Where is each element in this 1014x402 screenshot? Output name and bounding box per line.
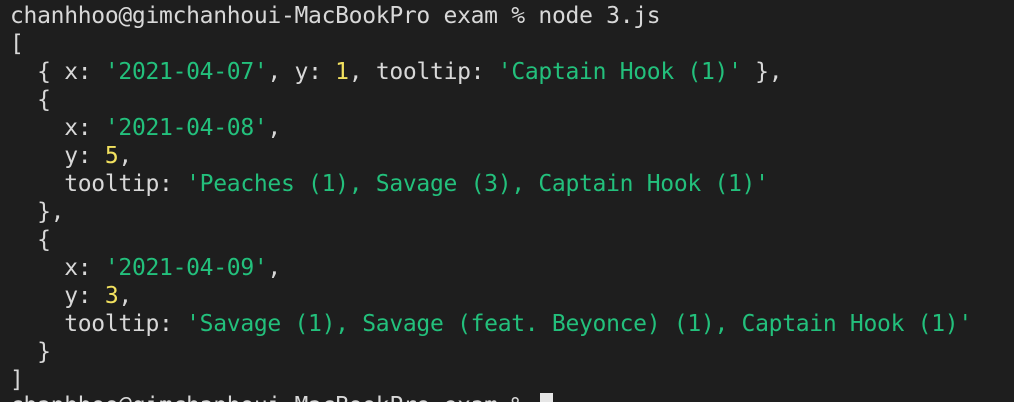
entry-1-y-line: y: 5, <box>10 143 132 169</box>
entry-2-tooltip: 'Savage (1), Savage (feat. Beyonce) (1),… <box>186 311 972 337</box>
entry-1-y: 5 <box>104 143 119 169</box>
entry-2-open: { <box>10 227 51 253</box>
prompt-host: chanhhoo@gimchanhoui-MacBookPro <box>10 3 430 29</box>
entry-1-x: '2021-04-08' <box>104 115 268 141</box>
terminal-window[interactable]: chanhhoo@gimchanhoui-MacBookPro exam % n… <box>0 0 1014 402</box>
next-prompt-symbol: % <box>511 393 525 402</box>
open-bracket: [ <box>10 30 24 58</box>
next-prompt-dir: exam <box>444 393 499 402</box>
entry-1-x-line: x: '2021-04-08', <box>10 115 281 141</box>
text-cursor <box>540 393 554 402</box>
prompt-symbol: % <box>511 3 525 29</box>
entry-1-close: }, <box>10 199 65 225</box>
prompt-dir: exam <box>443 3 499 29</box>
entry-2-x-line: x: '2021-04-09', <box>10 255 281 281</box>
entry-2-tooltip-line: tooltip: 'Savage (1), Savage (feat. Beyo… <box>10 311 972 337</box>
prompt-command: node 3.js <box>538 3 661 29</box>
entry-0-tooltip: 'Captain Hook (1)' <box>497 59 742 85</box>
close-bracket: ] <box>10 366 24 394</box>
next-prompt-host: chanhhoo@gimchanhoui-MacBookPro <box>10 393 430 402</box>
entry-1-tooltip-line: tooltip: 'Peaches (1), Savage (3), Capta… <box>10 171 769 197</box>
entry-1-tooltip: 'Peaches (1), Savage (3), Captain Hook (… <box>186 171 769 197</box>
entry-2-close: } <box>10 339 51 365</box>
entry-1-open: { <box>10 87 51 113</box>
entry-0-line: { x: '2021-04-07', y: 1, tooltip: 'Capta… <box>10 59 783 85</box>
next-prompt-line[interactable]: chanhhoo@gimchanhoui-MacBookPro exam % <box>10 392 554 402</box>
close-bracket-text: ] <box>10 367 24 393</box>
entry-2-y: 3 <box>104 283 119 309</box>
entry-0-x: '2021-04-07' <box>104 59 268 85</box>
entry-0-y: 1 <box>335 59 349 85</box>
entry-2-x: '2021-04-09' <box>104 255 268 281</box>
entry-2-y-line: y: 3, <box>10 283 132 309</box>
open-bracket-text: [ <box>10 31 24 57</box>
command-line: chanhhoo@gimchanhoui-MacBookPro exam % n… <box>10 2 661 30</box>
